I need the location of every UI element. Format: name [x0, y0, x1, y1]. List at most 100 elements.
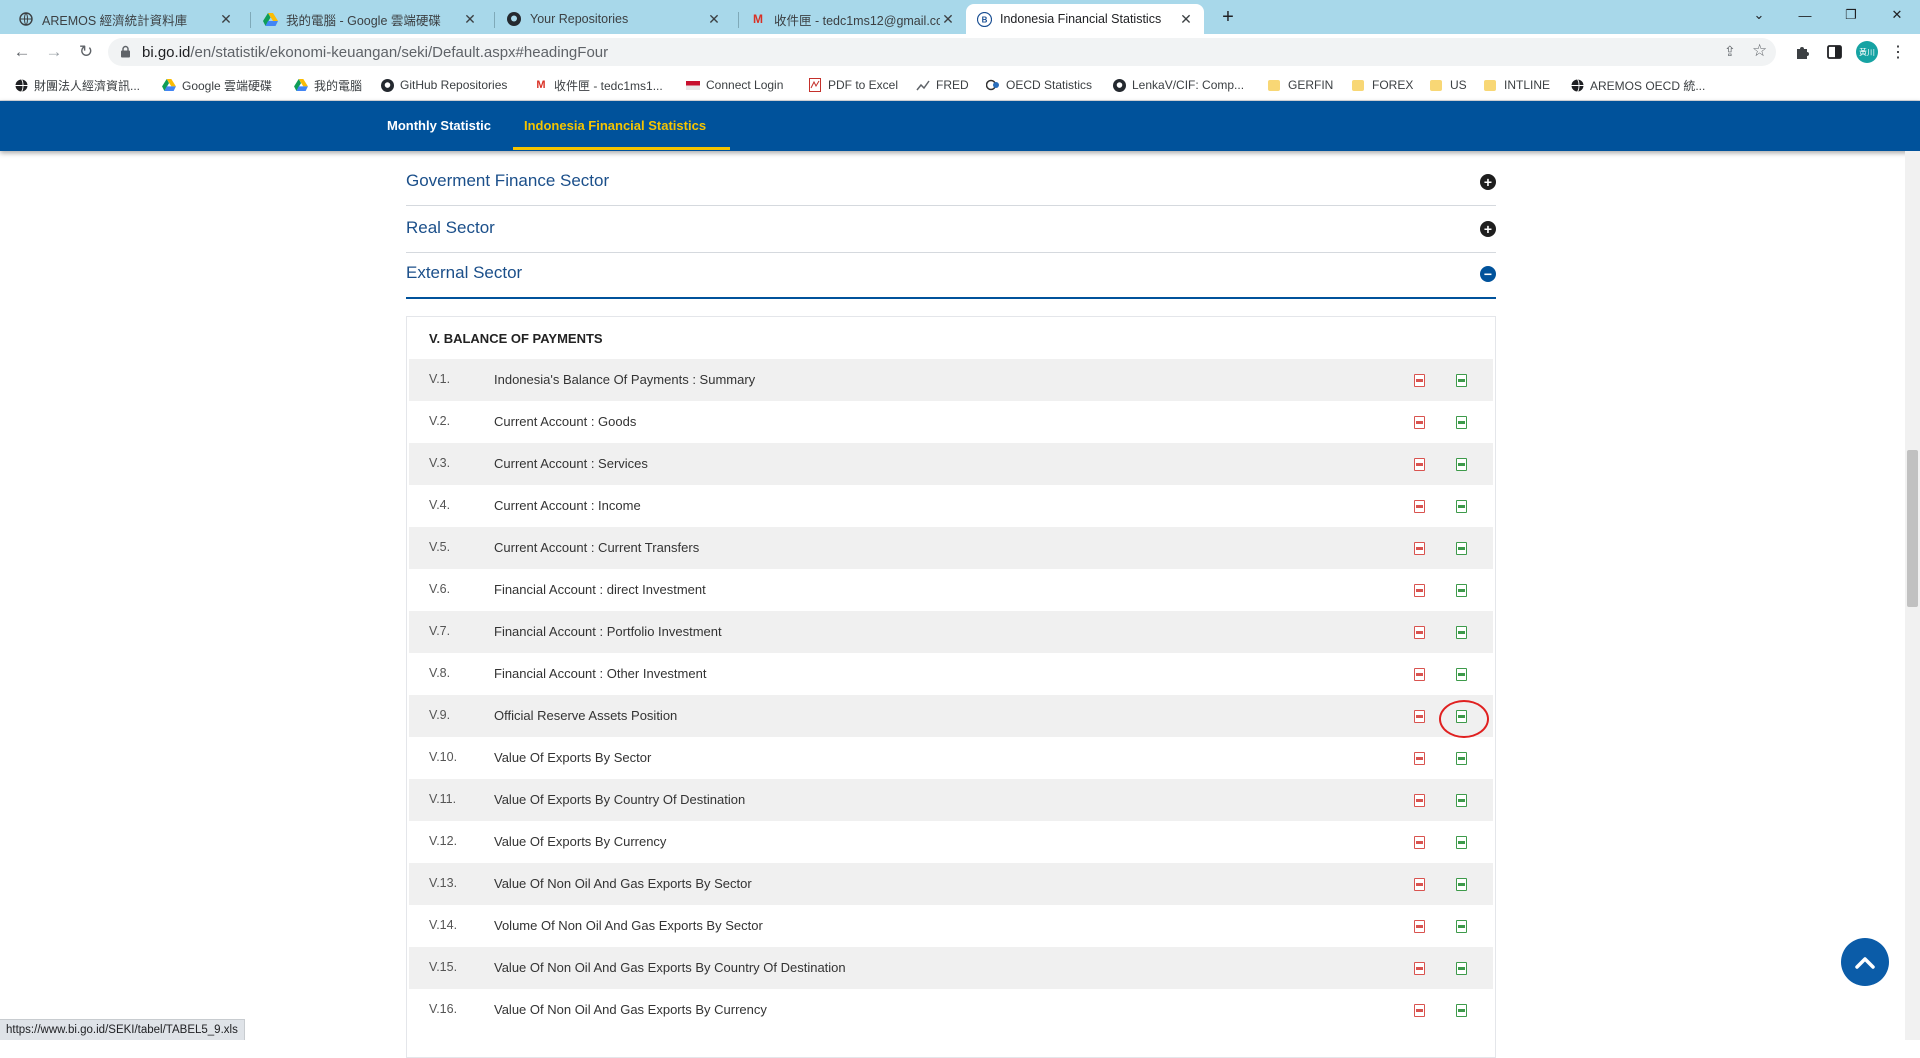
excel-download-icon[interactable]: [1456, 1004, 1467, 1017]
github-icon: [506, 11, 522, 27]
kebab-menu-icon[interactable]: ⋮: [1886, 40, 1910, 64]
browser-tab-drive[interactable]: 我的電腦 - Google 雲端硬碟 ✕: [252, 4, 488, 34]
excel-download-icon[interactable]: [1456, 752, 1467, 765]
profile-avatar[interactable]: 黃川: [1856, 41, 1878, 63]
nav-monthly-statistic[interactable]: Monthly Statistic: [387, 101, 491, 149]
bookmark-item[interactable]: 財團法人經濟資訊...: [14, 76, 140, 94]
excel-download-icon[interactable]: [1456, 794, 1467, 807]
bookmark-label: LenkaV/CIF: Comp...: [1132, 78, 1245, 92]
row-title: Value Of Non Oil And Gas Exports By Sect…: [494, 876, 752, 891]
bookmark-item[interactable]: PDF to Excel: [808, 76, 898, 94]
row-number: V.13.: [429, 876, 458, 890]
excel-download-icon[interactable]: [1456, 626, 1467, 639]
close-tab-icon[interactable]: ✕: [706, 11, 722, 28]
excel-download-icon[interactable]: [1456, 584, 1467, 597]
pdf-download-icon[interactable]: [1414, 794, 1425, 807]
browser-tab-aremos[interactable]: AREMOS 經濟統計資料庫 ✕: [8, 4, 244, 34]
bookmark-item[interactable]: AREMOS OECD 統...: [1570, 76, 1705, 94]
pdf-download-icon[interactable]: [1414, 1004, 1425, 1017]
row-title: Current Account : Income: [494, 498, 641, 513]
pdf-download-icon[interactable]: [1414, 710, 1425, 723]
share-icon[interactable]: ⇪: [1724, 43, 1736, 60]
pdf-download-icon[interactable]: [1414, 962, 1425, 975]
pdf-download-icon[interactable]: [1414, 416, 1425, 429]
bookmark-item[interactable]: Connect Login: [686, 76, 783, 94]
bookmark-label: Connect Login: [706, 78, 784, 92]
excel-download-icon[interactable]: [1456, 878, 1467, 891]
side-panel-icon[interactable]: [1822, 40, 1846, 64]
back-to-top-button[interactable]: [1841, 938, 1889, 986]
excel-download-icon[interactable]: [1456, 374, 1467, 387]
section-real-sector[interactable]: Real Sector +: [406, 205, 1496, 253]
table-row: V.6. Financial Account : direct Investmen…: [409, 569, 1493, 611]
row-number: V.4.: [429, 498, 451, 512]
bookmark-label: Google 雲端硬碟: [182, 78, 273, 93]
back-arrow-icon[interactable]: ←: [10, 40, 34, 64]
close-window-icon[interactable]: ✕: [1874, 0, 1920, 30]
chart-icon: [916, 78, 930, 92]
url-path: /en/statistik/ekonomi-keuangan/seki/Defa…: [190, 44, 609, 61]
section-external-sector[interactable]: External Sector −: [406, 252, 1496, 299]
pdf-download-icon[interactable]: [1414, 878, 1425, 891]
bookmark-folder[interactable]: US: [1430, 76, 1467, 94]
minimize-icon[interactable]: —: [1782, 0, 1828, 30]
pdf-download-icon[interactable]: [1414, 584, 1425, 597]
excel-download-icon[interactable]: [1456, 962, 1467, 975]
pdf-download-icon[interactable]: [1414, 752, 1425, 765]
excel-download-icon[interactable]: [1456, 416, 1467, 429]
pdf-download-icon[interactable]: [1414, 626, 1425, 639]
pdf-download-icon[interactable]: [1414, 668, 1425, 681]
pdf-download-icon[interactable]: [1414, 836, 1425, 849]
plus-circle-icon[interactable]: +: [1480, 174, 1496, 190]
excel-download-icon[interactable]: [1456, 458, 1467, 471]
bookmark-item[interactable]: FRED: [916, 76, 969, 94]
row-number: V.7.: [429, 624, 451, 638]
close-tab-icon[interactable]: ✕: [940, 11, 956, 28]
new-tab-button[interactable]: +: [1214, 4, 1242, 30]
close-tab-icon[interactable]: ✕: [1178, 11, 1194, 28]
bookmark-item[interactable]: 我的電腦: [294, 76, 362, 94]
bookmark-item[interactable]: OECD Statistics: [986, 76, 1092, 94]
bookmark-label: INTLINE: [1504, 78, 1551, 92]
tab-search-icon[interactable]: ⌄: [1736, 0, 1782, 30]
browser-tab-active[interactable]: B Indonesia Financial Statistics ✕: [966, 4, 1204, 34]
excel-download-icon[interactable]: [1456, 542, 1467, 555]
minus-circle-icon[interactable]: −: [1480, 266, 1496, 282]
globe-icon: [14, 78, 28, 92]
section-government-finance[interactable]: Goverment Finance Sector +: [406, 158, 1496, 206]
plus-circle-icon[interactable]: +: [1480, 221, 1496, 237]
excel-download-icon[interactable]: [1456, 500, 1467, 513]
bookmark-item[interactable]: M 收件匣 - tedc1ms1...: [534, 76, 662, 94]
bookmark-folder[interactable]: FOREX: [1352, 76, 1413, 94]
excel-download-icon[interactable]: [1456, 668, 1467, 681]
pdf-download-icon[interactable]: [1414, 500, 1425, 513]
row-number: V.8.: [429, 666, 451, 680]
excel-download-icon[interactable]: [1456, 920, 1467, 933]
table-row: V.9. Official Reserve Assets Position: [409, 695, 1493, 737]
close-tab-icon[interactable]: ✕: [462, 11, 478, 28]
bookmark-item[interactable]: GitHub Repositories: [380, 76, 507, 94]
scrollbar-thumb[interactable]: [1907, 450, 1918, 607]
address-bar[interactable]: bi.go.id/en/statistik/ekonomi-keuangan/s…: [108, 38, 1776, 66]
bookmark-folder[interactable]: INTLINE: [1484, 76, 1550, 94]
nav-indonesia-financial-statistics[interactable]: Indonesia Financial Statistics: [524, 101, 706, 149]
pdf-download-icon[interactable]: [1414, 542, 1425, 555]
globe-icon: [1570, 78, 1584, 92]
browser-tab-strip: AREMOS 經濟統計資料庫 ✕ 我的電腦 - Google 雲端硬碟 ✕ Yo…: [0, 0, 1920, 34]
pdf-download-icon[interactable]: [1414, 920, 1425, 933]
row-number: V.1.: [429, 372, 451, 386]
bookmark-item[interactable]: LenkaV/CIF: Comp...: [1112, 76, 1244, 94]
browser-tab-gmail[interactable]: M 收件匣 - tedc1ms12@gmail.com ✕: [740, 4, 966, 34]
browser-tab-github[interactable]: Your Repositories ✕: [496, 4, 732, 34]
bookmark-item[interactable]: Google 雲端硬碟: [162, 76, 272, 94]
pdf-download-icon[interactable]: [1414, 374, 1425, 387]
reload-icon[interactable]: ↻: [74, 40, 98, 64]
bookmark-star-icon[interactable]: ☆: [1752, 41, 1767, 61]
forward-arrow-icon[interactable]: →: [42, 40, 66, 64]
extensions-puzzle-icon[interactable]: [1790, 40, 1814, 64]
excel-download-icon[interactable]: [1456, 836, 1467, 849]
restore-icon[interactable]: ❐: [1828, 0, 1874, 30]
pdf-download-icon[interactable]: [1414, 458, 1425, 471]
close-tab-icon[interactable]: ✕: [218, 11, 234, 28]
bookmark-folder[interactable]: GERFIN: [1268, 76, 1333, 94]
